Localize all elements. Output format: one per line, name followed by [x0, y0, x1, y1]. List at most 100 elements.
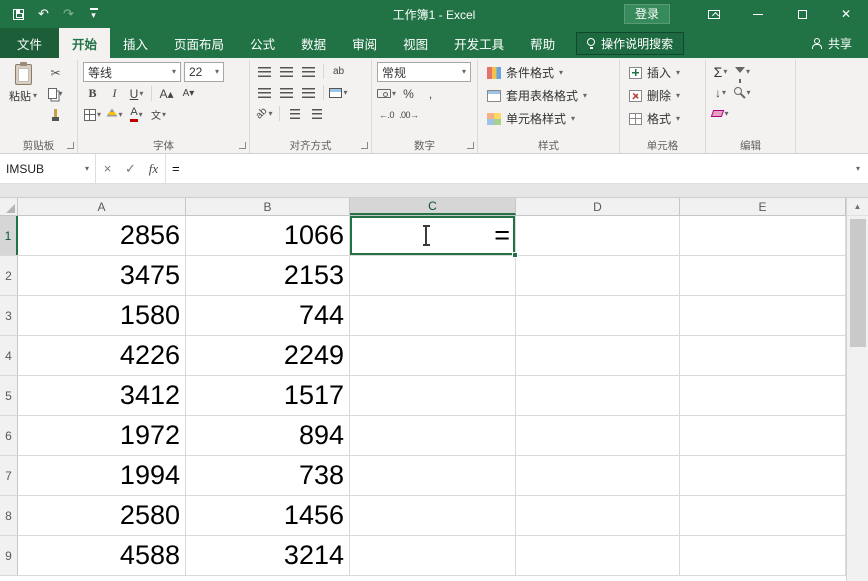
cell-C3[interactable]	[350, 296, 516, 335]
cell-A7[interactable]: 1994	[18, 456, 186, 495]
select-all-corner[interactable]	[0, 198, 18, 215]
merge-center-button[interactable]: ▾	[329, 83, 348, 102]
row-header-4[interactable]: 4	[0, 336, 18, 375]
cell-B1[interactable]: 1066	[186, 216, 350, 255]
row-header-1[interactable]: 1	[0, 216, 18, 255]
phonetic-guide-button[interactable]: 文▾	[149, 105, 168, 124]
ribbon-tab-4[interactable]: 公式	[237, 28, 288, 58]
cell-D2[interactable]	[516, 256, 680, 295]
cell-E6[interactable]	[680, 416, 846, 455]
minimize-button[interactable]	[736, 0, 780, 28]
column-header-B[interactable]: B	[186, 198, 350, 215]
italic-button[interactable]: I	[105, 84, 124, 103]
accounting-format-button[interactable]: ▾	[377, 84, 396, 103]
align-center-button[interactable]	[277, 83, 296, 102]
font-color-button[interactable]: A▾	[127, 105, 146, 124]
cell-D4[interactable]	[516, 336, 680, 375]
decrease-decimal-button[interactable]: .00→	[399, 105, 419, 124]
cell-C4[interactable]	[350, 336, 516, 375]
ribbon-tab-8[interactable]: 开发工具	[441, 28, 517, 58]
fill-button[interactable]: ↓▾	[711, 83, 730, 102]
row-header-2[interactable]: 2	[0, 256, 18, 295]
cell-D3[interactable]	[516, 296, 680, 335]
cell-A1[interactable]: 2856	[18, 216, 186, 255]
cell-A4[interactable]: 4226	[18, 336, 186, 375]
column-header-C[interactable]: C	[350, 198, 516, 215]
font-dialog-launcher[interactable]	[239, 142, 246, 149]
conditional-formatting-button[interactable]: 条件格式▾	[483, 62, 614, 83]
formula-bar-expand-button[interactable]: ▾	[848, 154, 868, 183]
vertical-scrollbar[interactable]: ▲	[846, 198, 868, 581]
cancel-button[interactable]: ×	[96, 154, 119, 183]
number-format-select[interactable]: 常规▾	[377, 62, 471, 82]
customize-qat-button[interactable]: ▾	[81, 0, 106, 28]
bold-button[interactable]: B	[83, 84, 102, 103]
share-button[interactable]: 共享	[811, 28, 868, 58]
insert-cells-button[interactable]: 插入▾	[625, 62, 700, 83]
copy-button[interactable]: ▾	[46, 84, 65, 103]
tell-me-search[interactable]: 操作说明搜索	[576, 32, 684, 55]
align-right-button[interactable]	[299, 83, 318, 102]
file-tab[interactable]: 文件	[0, 28, 59, 58]
decrease-font-size-button[interactable]: A▾	[179, 84, 198, 103]
cell-D7[interactable]	[516, 456, 680, 495]
cell-E7[interactable]	[680, 456, 846, 495]
align-top-button[interactable]	[255, 62, 274, 81]
cell-C6[interactable]	[350, 416, 516, 455]
cell-D5[interactable]	[516, 376, 680, 415]
cell-D9[interactable]	[516, 536, 680, 575]
column-header-A[interactable]: A	[18, 198, 186, 215]
name-box[interactable]: IMSUB ▾	[0, 154, 96, 183]
cut-button[interactable]: ✂	[46, 63, 65, 82]
cell-E3[interactable]	[680, 296, 846, 335]
cell-C9[interactable]	[350, 536, 516, 575]
increase-font-size-button[interactable]: A▴	[157, 84, 176, 103]
cell-D8[interactable]	[516, 496, 680, 535]
orientation-button[interactable]: ab▾	[255, 104, 274, 123]
cell-C7[interactable]	[350, 456, 516, 495]
redo-button[interactable]: ↷	[56, 0, 81, 28]
cell-A5[interactable]: 3412	[18, 376, 186, 415]
number-dialog-launcher[interactable]	[467, 142, 474, 149]
ribbon-tab-7[interactable]: 视图	[390, 28, 441, 58]
row-header-7[interactable]: 7	[0, 456, 18, 495]
ribbon-tab-3[interactable]: 页面布局	[161, 28, 237, 58]
increase-decimal-button[interactable]: ←.0	[377, 105, 396, 124]
format-as-table-button[interactable]: 套用表格格式▾	[483, 85, 614, 106]
ribbon-tab-2[interactable]: 插入	[110, 28, 161, 58]
cell-E4[interactable]	[680, 336, 846, 375]
format-painter-button[interactable]	[46, 105, 65, 124]
cell-B2[interactable]: 2153	[186, 256, 350, 295]
alignment-dialog-launcher[interactable]	[361, 142, 368, 149]
borders-button[interactable]: ▾	[83, 105, 102, 124]
cell-B4[interactable]: 2249	[186, 336, 350, 375]
cell-styles-button[interactable]: 单元格样式▾	[483, 108, 614, 129]
underline-button[interactable]: U▾	[127, 84, 146, 103]
cell-A3[interactable]: 1580	[18, 296, 186, 335]
cell-B3[interactable]: 744	[186, 296, 350, 335]
cell-B7[interactable]: 738	[186, 456, 350, 495]
cell-E9[interactable]	[680, 536, 846, 575]
cell-B8[interactable]: 1456	[186, 496, 350, 535]
paste-button[interactable]: 粘贴▾	[5, 62, 41, 137]
ribbon-tab-9[interactable]: 帮助	[517, 28, 568, 58]
row-header-8[interactable]: 8	[0, 496, 18, 535]
increase-indent-button[interactable]	[307, 104, 326, 123]
close-button[interactable]: ✕	[824, 0, 868, 28]
enter-button[interactable]: ✓	[119, 154, 142, 183]
cell-A9[interactable]: 4588	[18, 536, 186, 575]
cell-E1[interactable]	[680, 216, 846, 255]
cell-E5[interactable]	[680, 376, 846, 415]
align-left-button[interactable]	[255, 83, 274, 102]
save-button[interactable]	[6, 0, 31, 28]
sort-filter-button[interactable]: ▾	[733, 62, 752, 81]
font-size-select[interactable]: 22▾	[184, 62, 224, 82]
scroll-up-button[interactable]: ▲	[847, 198, 868, 216]
cell-B9[interactable]: 3214	[186, 536, 350, 575]
row-header-9[interactable]: 9	[0, 536, 18, 575]
ribbon-tab-1[interactable]: 开始	[59, 28, 110, 58]
align-bottom-button[interactable]	[299, 62, 318, 81]
clear-button[interactable]: ▾	[711, 104, 730, 123]
cell-C5[interactable]	[350, 376, 516, 415]
ribbon-display-options-button[interactable]	[692, 0, 736, 28]
